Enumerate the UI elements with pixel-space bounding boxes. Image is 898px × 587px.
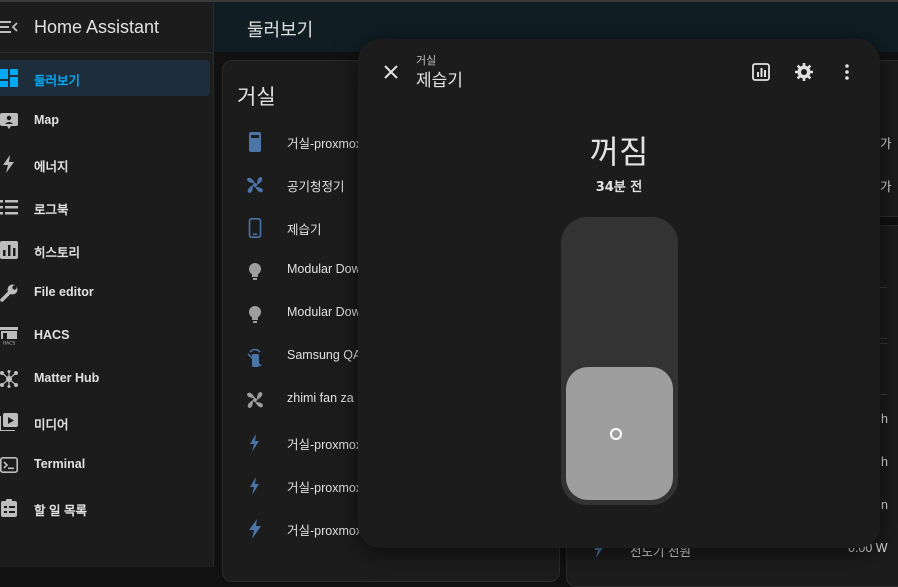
peek-value: n (881, 498, 888, 512)
more-info-dialog: 거실 제습기 꺼짐 34분 전 (358, 39, 880, 548)
sidebar-item-label: 미디어 (34, 418, 69, 432)
sidebar-item-logbook[interactable]: 로그북 (0, 189, 210, 225)
settings-gear-icon[interactable] (792, 60, 816, 84)
sidebar-item-label: 에너지 (34, 160, 69, 174)
entity-label: 공기청정기 (287, 180, 345, 194)
list-icon (0, 200, 18, 215)
sidebar-item-label: 로그북 (34, 203, 69, 217)
peek-value: h (881, 455, 888, 469)
sidebar-item-label: Terminal (34, 457, 86, 471)
map-icon (0, 113, 18, 129)
app-title: Home Assistant (34, 17, 160, 37)
bulb-icon (249, 263, 261, 280)
entity-label: Modular Dow (287, 262, 361, 276)
entity-label: 거실-proxmox (287, 137, 363, 151)
sidebar-item-label: 히스토리 (34, 246, 81, 260)
lightning-icon (250, 434, 259, 452)
humidity-slider[interactable] (561, 217, 678, 505)
sidebar-item-map[interactable]: Map (0, 103, 210, 139)
hub-icon (0, 370, 18, 388)
more-vert-icon[interactable] (835, 60, 859, 84)
phone-icon (248, 218, 262, 238)
card-title: 거실 (237, 85, 276, 109)
entity-label: 거실-proxmox (287, 481, 363, 495)
sidebar-item-label: 할 일 목록 (34, 504, 87, 518)
entity-label: Modular Dow (287, 305, 361, 319)
peek-value: 가 (880, 137, 892, 151)
sidebar-item-label: Matter Hub (34, 371, 100, 385)
sidebar-item-label: 둘러보기 (34, 74, 81, 88)
sidebar: Home Assistant 둘러보기 Map 에너지 로그북 히스토리 Fil… (0, 2, 214, 567)
page-title: 둘러보기 (247, 20, 314, 41)
menu-collapse-icon[interactable] (0, 19, 18, 35)
lightning-bold-icon (249, 519, 261, 539)
sidebar-item-label: Map (34, 113, 59, 127)
media-icon (0, 413, 18, 431)
sidebar-item-label: File editor (34, 285, 94, 299)
fan-icon (247, 177, 263, 193)
entity-label: 거실-proxmox (287, 438, 363, 452)
sidebar-item-matter-hub[interactable]: Matter Hub (0, 361, 210, 397)
peek-value: h (881, 412, 888, 426)
dialog-title: 제습기 (416, 71, 463, 91)
entity-label: 제습기 (287, 223, 322, 237)
sidebar-item-hacs[interactable]: HACS HACS (0, 318, 210, 354)
history-chart-icon[interactable] (749, 60, 773, 84)
close-icon[interactable] (380, 61, 402, 83)
sidebar-item-energy[interactable]: 에너지 (0, 146, 210, 182)
sidebar-item-todo[interactable]: 할 일 목록 (0, 490, 210, 526)
slider-handle[interactable] (610, 427, 622, 440)
sidebar-item-history[interactable]: 히스토리 (0, 232, 210, 268)
fan-icon (247, 392, 263, 408)
entity-label: Samsung QA (287, 348, 362, 362)
hacs-icon: HACS (0, 327, 18, 345)
sidebar-item-terminal[interactable]: Terminal (0, 447, 210, 483)
terminal-icon (0, 456, 18, 473)
wrench-icon (0, 284, 18, 302)
dashboard-icon (0, 69, 18, 87)
entity-label: zhimi fan za (287, 391, 354, 405)
todo-icon (1, 499, 17, 517)
sidebar-item-media[interactable]: 미디어 (0, 404, 210, 440)
sidebar-item-label: HACS (34, 328, 70, 342)
lightning-icon (3, 155, 14, 173)
server-icon (249, 132, 261, 152)
svg-text:HACS: HACS (3, 341, 16, 346)
entity-label: 거실-proxmox (287, 524, 363, 538)
last-changed: 34분 전 (595, 180, 643, 195)
sidebar-item-file-editor[interactable]: File editor (0, 275, 210, 311)
lightning-icon (250, 477, 259, 495)
remote-icon (247, 348, 262, 367)
peek-value: 가 (880, 180, 892, 194)
sidebar-item-overview[interactable]: 둘러보기 (0, 60, 210, 96)
entity-state: 꺼짐 (589, 133, 649, 171)
chart-icon (0, 241, 18, 259)
bulb-icon (249, 306, 261, 323)
sidebar-header: Home Assistant (0, 2, 213, 53)
